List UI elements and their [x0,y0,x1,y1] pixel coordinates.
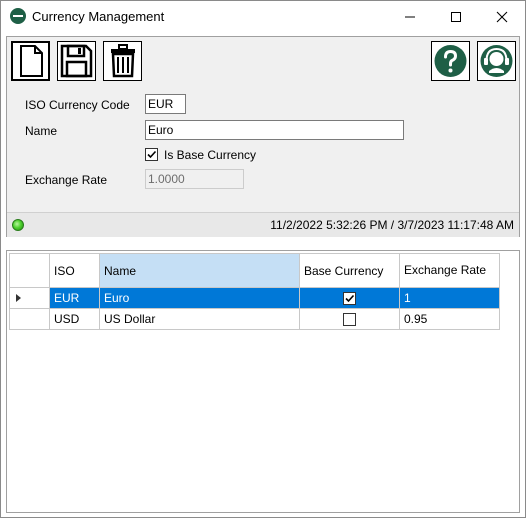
save-icon [60,44,93,78]
new-document-icon [20,45,43,77]
row-selector[interactable] [9,308,50,330]
column-header-name[interactable]: Name [99,253,300,288]
green-status-led-icon [12,219,24,231]
cell-exchange-rate[interactable]: 0.95 [399,308,500,330]
cell-name[interactable]: Euro [99,287,300,309]
timestamps-text: 11/2/2022 5:32:26 PM / 3/7/2023 11:17:48… [270,218,514,232]
minimize-button[interactable] [387,1,433,32]
currency-editor-panel: ISO Currency Code EUR Name Euro Is Base … [6,36,520,237]
checkmark-icon [147,150,157,159]
cell-base-currency[interactable] [299,308,400,330]
name-label: Name [25,124,58,138]
iso-code-field[interactable]: EUR [145,94,186,114]
save-button[interactable] [57,41,96,81]
iso-code-label: ISO Currency Code [25,98,130,112]
cell-base-currency[interactable] [299,287,400,309]
support-headset-icon [480,45,513,77]
table-row[interactable]: EUR Euro 1 [9,287,500,309]
exchange-rate-field: 1.0000 [145,169,244,189]
maximize-button[interactable] [433,1,479,32]
row-header-corner[interactable] [9,253,50,288]
currency-management-window: Currency Management ISO Currency Code EU… [0,0,526,518]
base-currency-label: Is Base Currency [164,148,257,162]
grid-header-row: ISO Name Base Currency Exchange Rate [9,253,500,288]
title-bar: Currency Management [1,1,525,32]
close-button[interactable] [479,1,525,32]
base-currency-checkbox[interactable] [145,148,158,161]
column-header-exchange-rate[interactable]: Exchange Rate [399,253,500,288]
row-selector[interactable] [9,287,50,309]
close-icon [496,11,508,23]
minimize-icon [405,16,415,18]
new-button[interactable] [11,41,50,81]
cell-iso[interactable]: EUR [49,287,100,309]
status-strip: 11/2/2022 5:32:26 PM / 3/7/2023 11:17:48… [7,212,519,237]
maximize-icon [451,12,461,22]
cell-iso[interactable]: USD [49,308,100,330]
currency-grid[interactable]: ISO Name Base Currency Exchange Rate EUR… [9,253,500,330]
help-icon [434,45,467,77]
help-button[interactable] [431,41,470,81]
exchange-rate-label: Exchange Rate [25,173,108,187]
window-title: Currency Management [32,9,165,24]
currency-grid-panel: ISO Name Base Currency Exchange Rate EUR… [6,250,520,513]
checkmark-icon [345,295,355,303]
column-header-iso[interactable]: ISO [49,253,100,288]
table-row[interactable]: USD US Dollar 0.95 [9,308,500,330]
column-header-base-currency[interactable]: Base Currency [299,253,400,288]
cell-exchange-rate[interactable]: 1 [399,287,500,309]
name-field[interactable]: Euro [145,120,404,140]
base-currency-cell-checkbox[interactable] [343,292,356,306]
app-logo-icon [10,8,26,24]
support-button[interactable] [477,41,516,81]
cell-name[interactable]: US Dollar [99,308,300,330]
delete-button[interactable] [103,41,142,81]
base-currency-cell-checkbox[interactable] [343,313,356,327]
delete-trash-icon [111,44,135,78]
current-row-arrow-icon [16,294,21,302]
